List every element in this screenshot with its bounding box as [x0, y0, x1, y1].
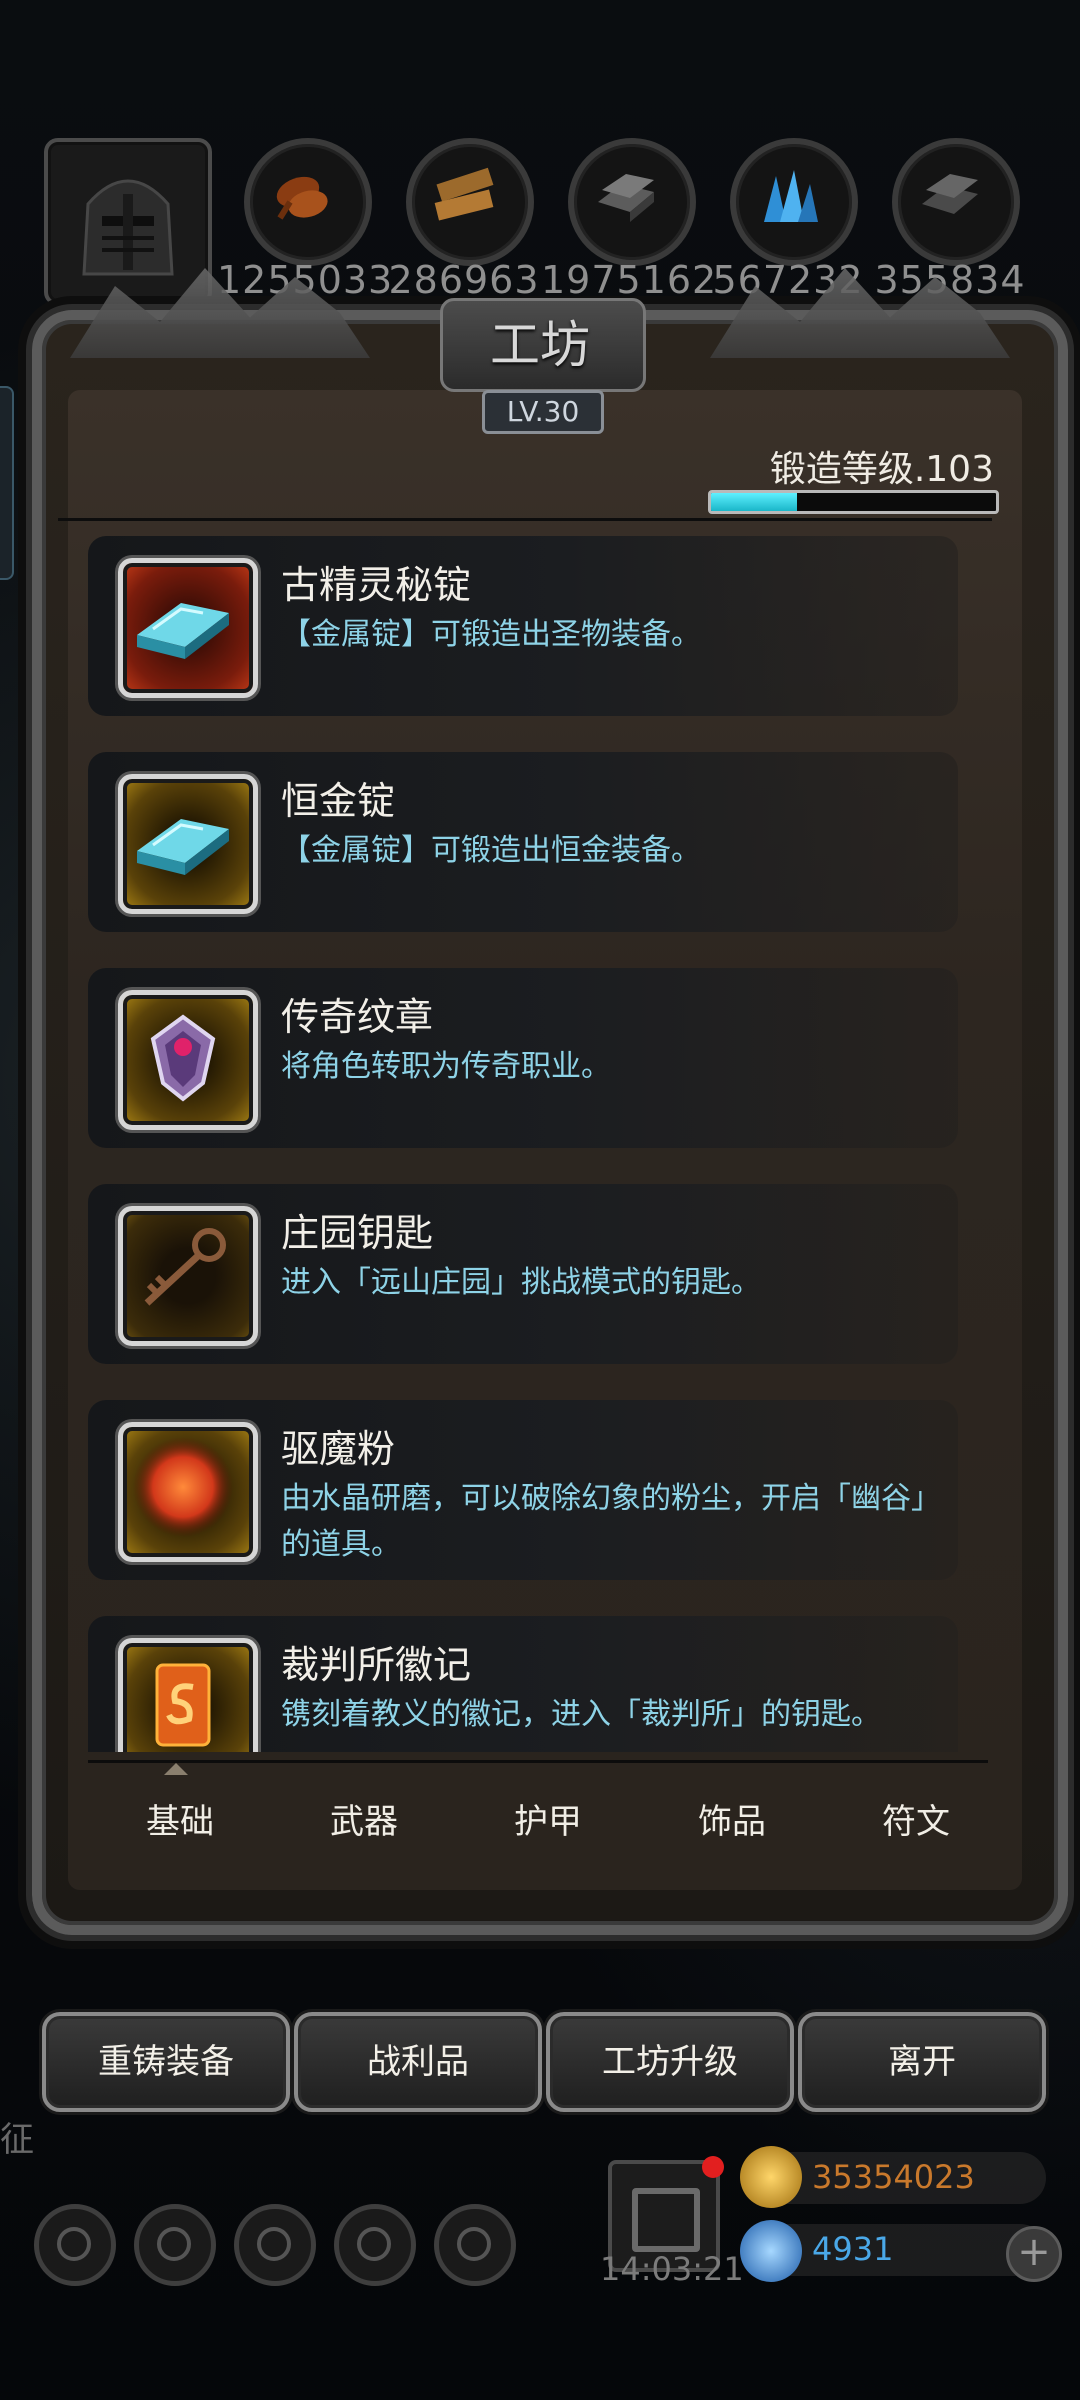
page-title: 工坊: [490, 316, 590, 374]
blue-ingot-icon: [137, 819, 229, 875]
item-name: 传奇纹章: [281, 995, 434, 1039]
resource-slot-crystal[interactable]: [730, 138, 858, 266]
helmet-icon: [82, 179, 174, 276]
item-icon-frame: [118, 558, 258, 698]
bread-icon: [276, 176, 328, 220]
side-panel-tab[interactable]: [0, 386, 14, 580]
gift-timer: 14:03:21: [600, 2250, 744, 2288]
resource-slot-steel[interactable]: [892, 138, 1020, 266]
tab-divider: [88, 1760, 988, 1763]
wood-plank-icon: [434, 167, 494, 221]
item-icon-frame: [118, 990, 258, 1130]
gift-icon: [632, 2188, 700, 2252]
achievement-round-button[interactable]: [134, 2204, 216, 2286]
dark-steel-icon: [922, 174, 978, 214]
resource-count-iron: 1975162: [541, 258, 718, 302]
item-icon-frame: [118, 1638, 258, 1752]
gold-amount: 35354023: [812, 2158, 975, 2196]
item-name: 古精灵秘锭: [281, 563, 472, 607]
list-item[interactable]: 传奇纹章 将角色转职为传奇职业。: [88, 968, 958, 1148]
tab-accessories[interactable]: 饰品: [640, 1786, 824, 1858]
upgrade-workshop-button[interactable]: 工坊升级: [546, 2012, 794, 2112]
star-icon: [157, 2227, 191, 2261]
item-icon-frame: [118, 1422, 258, 1562]
list-item[interactable]: 裁判所徽记 镌刻着教义的徽记，进入「裁判所」的钥匙。: [88, 1616, 958, 1752]
settings-round-button[interactable]: [34, 2204, 116, 2286]
forge-level-label: 锻造等级.103: [769, 449, 994, 490]
key-icon: [144, 1228, 226, 1306]
recipe-list[interactable]: 古精灵秘锭 【金属锭】可锻造出圣物装备。 恒金锭 【金属锭】可锻造出恒金装备。 …: [88, 536, 988, 1752]
item-description: 将角色转职为传奇职业。: [281, 1049, 611, 1084]
people-icon: [457, 2227, 491, 2261]
workshop-level-badge: LV.30: [482, 390, 604, 434]
guild-round-button[interactable]: [234, 2204, 316, 2286]
item-description: 【金属锭】可锻造出恒金装备。: [281, 833, 701, 868]
item-name: 恒金锭: [281, 779, 396, 823]
add-gems-button[interactable]: +: [1006, 2226, 1062, 2282]
loot-button[interactable]: 战利品: [294, 2012, 542, 2112]
list-item[interactable]: 古精灵秘锭 【金属锭】可锻造出圣物装备。: [88, 536, 958, 716]
forge-progress-fill: [711, 493, 797, 511]
blue-crystal-icon: [764, 170, 818, 222]
list-item[interactable]: 恒金锭 【金属锭】可锻造出恒金装备。: [88, 752, 958, 932]
leave-button[interactable]: 离开: [798, 2012, 1046, 2112]
gear-icon: [57, 2227, 91, 2261]
tab-armor[interactable]: 护甲: [456, 1786, 640, 1858]
item-icon-frame: [118, 1206, 258, 1346]
gem-icon: [740, 2220, 802, 2282]
social-round-button[interactable]: [434, 2204, 516, 2286]
gem-amount: 4931: [812, 2230, 894, 2268]
item-description: 进入「远山庄园」挑战模式的钥匙。: [281, 1265, 761, 1300]
reforge-equipment-button[interactable]: 重铸装备: [42, 2012, 290, 2112]
blue-ingot-icon: [137, 603, 229, 659]
item-name: 庄园钥匙: [281, 1211, 434, 1255]
item-description: 由水晶研磨，可以破除幻象的粉尘，开启「幽谷」的道具。: [281, 1481, 941, 1562]
resource-count-wood: 286963: [388, 258, 540, 302]
tab-basic[interactable]: 基础: [88, 1786, 272, 1858]
list-item[interactable]: 驱魔粉 由水晶研磨，可以破除幻象的粉尘，开启「幽谷」的道具。: [88, 1400, 958, 1580]
iron-ingot-icon: [598, 174, 654, 222]
red-powder-icon: [133, 1437, 233, 1537]
notification-dot: [702, 2156, 724, 2178]
item-icon-frame: [118, 774, 258, 914]
crest-emblem-icon: [150, 1014, 216, 1102]
side-label: 征: [0, 2120, 34, 2160]
category-tabs: 基础 武器 护甲 饰品 符文: [88, 1786, 1008, 1858]
list-item[interactable]: 庄园钥匙 进入「远山庄园」挑战模式的钥匙。: [88, 1184, 958, 1364]
tab-weapons[interactable]: 武器: [272, 1786, 456, 1858]
gold-coin-icon: [740, 2146, 802, 2208]
mail-icon: [357, 2227, 391, 2261]
crest-icon: [257, 2227, 291, 2261]
resource-slot-bread[interactable]: [244, 138, 372, 266]
hero-avatar[interactable]: [44, 138, 212, 306]
resource-slot-wood[interactable]: [406, 138, 534, 266]
tab-runes[interactable]: 符文: [824, 1786, 1008, 1858]
seal-card-icon: [155, 1663, 211, 1747]
item-description: 镌刻着教义的徽记，进入「裁判所」的钥匙。: [281, 1697, 881, 1732]
forge-progress-bar: [708, 490, 999, 514]
item-name: 裁判所徽记: [281, 1643, 472, 1687]
divider: [58, 518, 992, 521]
item-description: 【金属锭】可锻造出圣物装备。: [281, 617, 701, 652]
item-name: 驱魔粉: [281, 1427, 396, 1471]
mail-round-button[interactable]: [334, 2204, 416, 2286]
resource-slot-iron[interactable]: [568, 138, 696, 266]
